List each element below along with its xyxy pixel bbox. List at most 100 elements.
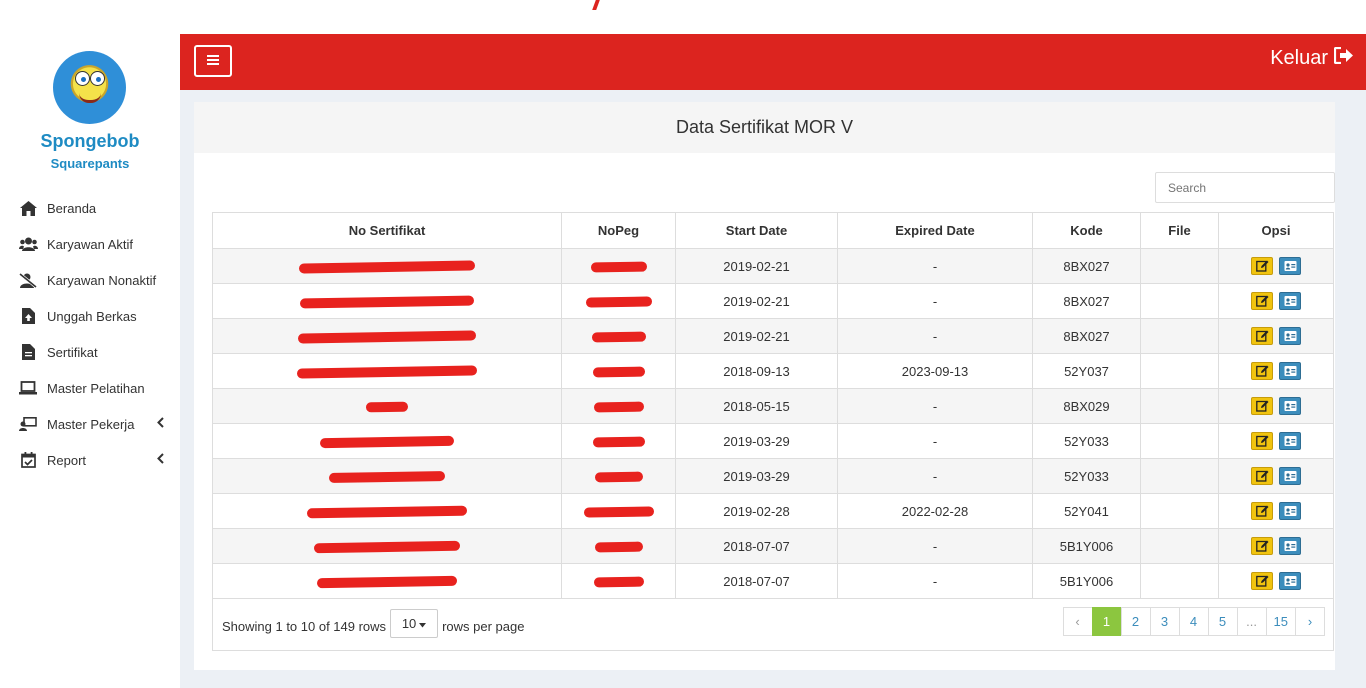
id-card-icon bbox=[1284, 576, 1297, 586]
id-card-icon bbox=[1284, 401, 1297, 411]
redaction-mark bbox=[583, 506, 654, 518]
cell-no-sertifikat bbox=[212, 318, 562, 354]
cell-no-sertifikat bbox=[212, 248, 562, 284]
cell-expired-date: - bbox=[837, 388, 1033, 424]
sidebar-item-label: Master Pelatihan bbox=[47, 380, 145, 396]
cell-opsi bbox=[1218, 318, 1334, 354]
redaction-mark bbox=[298, 260, 476, 274]
view-button[interactable] bbox=[1279, 467, 1301, 485]
pagination-page-2[interactable]: 2 bbox=[1120, 607, 1151, 636]
column-header-nopeg[interactable]: NoPeg bbox=[561, 212, 676, 249]
edit-icon bbox=[1256, 330, 1269, 342]
sidebar-toggle-button[interactable] bbox=[194, 45, 232, 77]
sidebar-item-karyawan-aktif[interactable]: Karyawan Aktif bbox=[0, 226, 180, 262]
cell-kode: 5B1Y006 bbox=[1032, 528, 1141, 564]
edit-button[interactable] bbox=[1251, 257, 1273, 275]
cell-file bbox=[1140, 388, 1219, 424]
edit-button[interactable] bbox=[1251, 432, 1273, 450]
search-input[interactable] bbox=[1155, 172, 1335, 203]
column-header-start-date[interactable]: Start Date bbox=[675, 212, 838, 249]
sidebar-item-beranda[interactable]: Beranda bbox=[0, 190, 180, 226]
column-header-expired-date[interactable]: Expired Date bbox=[837, 212, 1033, 249]
redaction-mark bbox=[594, 541, 643, 553]
edit-button[interactable] bbox=[1251, 502, 1273, 520]
edit-icon bbox=[1256, 295, 1269, 307]
certificate-table: No Sertifikat NoPeg Start Date Expired D… bbox=[212, 212, 1334, 599]
sidebar-item-unggah-berkas[interactable]: Unggah Berkas bbox=[0, 298, 180, 334]
sidebar-item-report[interactable]: Report bbox=[0, 442, 180, 478]
view-button[interactable] bbox=[1279, 572, 1301, 590]
sidebar-item-label: Beranda bbox=[47, 200, 97, 216]
edit-button[interactable] bbox=[1251, 292, 1273, 310]
edit-button[interactable] bbox=[1251, 327, 1273, 345]
cell-no-sertifikat bbox=[212, 458, 562, 494]
edit-icon bbox=[1256, 505, 1269, 517]
table-row: 2019-03-29-52Y033 bbox=[212, 458, 1334, 494]
edit-button[interactable] bbox=[1251, 467, 1273, 485]
view-button[interactable] bbox=[1279, 502, 1301, 520]
view-button[interactable] bbox=[1279, 292, 1301, 310]
rows-per-page-suffix: rows per page bbox=[442, 619, 525, 634]
column-header-no-sertifikat[interactable]: No Sertifikat bbox=[212, 212, 562, 249]
view-button[interactable] bbox=[1279, 397, 1301, 415]
sidebar-item-karyawan-nonaktif[interactable]: Karyawan Nonaktif bbox=[0, 262, 180, 298]
cell-kode: 8BX027 bbox=[1032, 318, 1141, 354]
pagination-ellipsis: ... bbox=[1236, 607, 1267, 636]
cell-opsi bbox=[1218, 248, 1334, 284]
pagination-page-5[interactable]: 5 bbox=[1207, 607, 1238, 636]
view-button[interactable] bbox=[1279, 327, 1301, 345]
cell-start-date: 2018-07-07 bbox=[675, 563, 838, 599]
edit-button[interactable] bbox=[1251, 537, 1273, 555]
edit-icon bbox=[1256, 540, 1269, 552]
table-row: 2019-03-29-52Y033 bbox=[212, 423, 1334, 459]
panel-title: Data Sertifikat MOR V bbox=[194, 102, 1335, 153]
pagination-prev[interactable]: ‹ bbox=[1062, 607, 1093, 636]
sidebar-item-master-pekerja[interactable]: Master Pekerja bbox=[0, 406, 180, 442]
pagination-next[interactable]: › bbox=[1295, 607, 1325, 636]
view-button[interactable] bbox=[1279, 432, 1301, 450]
logout-button[interactable]: Keluar bbox=[1270, 46, 1354, 70]
cell-no-sertifikat bbox=[212, 283, 562, 319]
edit-button[interactable] bbox=[1251, 572, 1273, 590]
pagination-page-15[interactable]: 15 bbox=[1265, 607, 1296, 636]
hamburger-icon bbox=[207, 52, 219, 70]
sidebar-item-sertifikat[interactable]: Sertifikat bbox=[0, 334, 180, 370]
edit-icon bbox=[1256, 435, 1269, 447]
cell-nopeg bbox=[561, 283, 676, 319]
id-card-icon bbox=[1284, 471, 1297, 481]
view-button[interactable] bbox=[1279, 257, 1301, 275]
showing-text: Showing 1 to 10 of 149 rows bbox=[222, 619, 387, 634]
pagination-page-3[interactable]: 3 bbox=[1149, 607, 1180, 636]
redaction-mark bbox=[591, 331, 646, 343]
chalkboard-user-icon bbox=[18, 416, 38, 432]
table-row: 2019-02-21-8BX027 bbox=[212, 283, 1334, 319]
cell-kode: 5B1Y006 bbox=[1032, 563, 1141, 599]
redaction-mark bbox=[319, 435, 455, 449]
column-header-opsi: Opsi bbox=[1218, 212, 1334, 249]
sidebar-item-label: Sertifikat bbox=[47, 344, 98, 360]
redaction-mark bbox=[593, 401, 644, 413]
redaction-mark bbox=[328, 471, 446, 484]
cell-file bbox=[1140, 318, 1219, 354]
id-card-icon bbox=[1284, 366, 1297, 376]
edit-button[interactable] bbox=[1251, 362, 1273, 380]
view-button[interactable] bbox=[1279, 362, 1301, 380]
cell-expired-date: - bbox=[837, 318, 1033, 354]
pagination-page-1[interactable]: 1 bbox=[1091, 607, 1122, 636]
main-content: Data Sertifikat MOR V No Sertifikat NoPe… bbox=[180, 90, 1366, 688]
pagination-page-4[interactable]: 4 bbox=[1178, 607, 1209, 636]
cell-file bbox=[1140, 248, 1219, 284]
calendar-check-icon bbox=[18, 452, 38, 468]
chevron-left-icon bbox=[157, 452, 164, 467]
edit-button[interactable] bbox=[1251, 397, 1273, 415]
view-button[interactable] bbox=[1279, 537, 1301, 555]
column-header-kode[interactable]: Kode bbox=[1032, 212, 1141, 249]
sidebar-item-master-pelatihan[interactable]: Master Pelatihan bbox=[0, 370, 180, 406]
cell-kode: 8BX029 bbox=[1032, 388, 1141, 424]
table-row: 2018-07-07-5B1Y006 bbox=[212, 528, 1334, 564]
cell-opsi bbox=[1218, 458, 1334, 494]
column-header-file[interactable]: File bbox=[1140, 212, 1219, 249]
cell-expired-date: - bbox=[837, 458, 1033, 494]
cell-file bbox=[1140, 493, 1219, 529]
rows-per-page-dropdown[interactable]: 10 bbox=[390, 609, 439, 638]
